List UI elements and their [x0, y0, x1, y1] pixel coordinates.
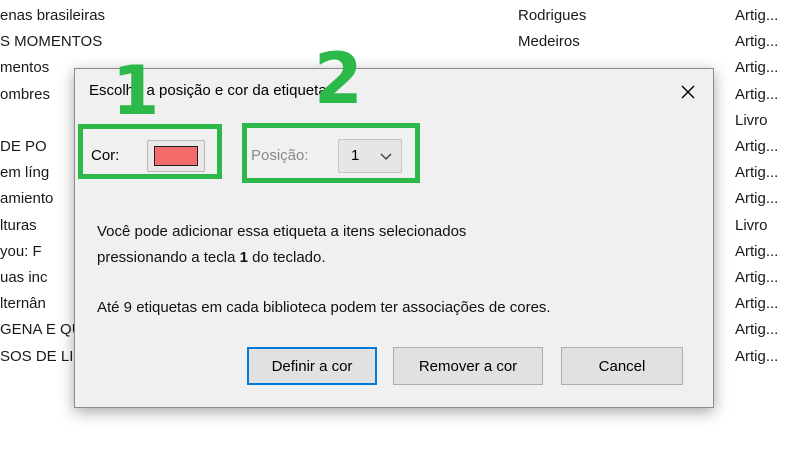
- item-type: Artig...: [735, 321, 779, 339]
- item-creator: Rodrigues: [518, 7, 587, 24]
- list-item[interactable]: enas brasileiras Rodrigues Artig...: [0, 3, 800, 29]
- shortcut-key: 1: [239, 249, 248, 266]
- item-type: Artig...: [735, 269, 779, 286]
- item-type: Artig...: [735, 85, 779, 103]
- annotation-label-2: 2: [314, 38, 363, 120]
- set-color-button[interactable]: Definir a cor: [247, 347, 377, 385]
- annotation-box-2: [242, 123, 420, 183]
- item-type: Artig...: [735, 242, 779, 260]
- item-type: Artig...: [735, 59, 779, 77]
- item-type: Artig...: [735, 164, 779, 182]
- annotation-label-1: 1: [112, 52, 160, 131]
- item-creator: Medeiros: [518, 33, 580, 51]
- item-type: Livro: [735, 216, 768, 234]
- cancel-button[interactable]: Cancel: [561, 347, 683, 385]
- item-type: Artig...: [735, 7, 779, 24]
- tag-color-dialog: Escolha a posição e cor da etiqueta Cor:…: [74, 68, 714, 408]
- item-title: enas brasileiras: [0, 7, 106, 24]
- item-type: Artig...: [735, 33, 779, 51]
- message-line-2-suffix: do teclado.: [247, 249, 326, 266]
- remove-color-button[interactable]: Remover a cor: [393, 347, 543, 385]
- shortcut-message: Você pode adicionar essa etiqueta a iten…: [97, 219, 466, 271]
- close-icon: [681, 85, 695, 99]
- message-line-2: pressionando a tecla 1 do teclado.: [97, 245, 466, 271]
- message-line-2-prefix: pressionando a tecla: [97, 249, 240, 266]
- item-type: Livro: [735, 111, 768, 129]
- close-button[interactable]: [673, 77, 703, 107]
- limit-message: Até 9 etiquetas em cada biblioteca podem…: [97, 299, 551, 316]
- item-type: Artig...: [735, 347, 779, 365]
- item-type: Artig...: [735, 295, 779, 313]
- item-type: Artig...: [735, 190, 779, 208]
- item-title: S MOMENTOS: [0, 33, 103, 51]
- item-type: Artig...: [735, 138, 779, 155]
- message-line-1: Você pode adicionar essa etiqueta a iten…: [97, 223, 467, 240]
- annotation-box-1: [78, 124, 222, 179]
